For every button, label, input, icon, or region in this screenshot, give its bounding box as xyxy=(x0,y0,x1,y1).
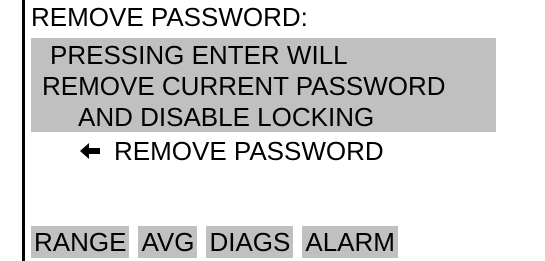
softkey-alarm[interactable]: ALARM xyxy=(302,226,398,258)
softkey-bar: RANGE AVG DIAGS ALARM xyxy=(31,226,398,258)
softkey-avg[interactable]: AVG xyxy=(138,226,198,258)
left-arrow-icon xyxy=(78,139,102,163)
softkey-range[interactable]: RANGE xyxy=(31,226,130,258)
message-line-3: AND DISABLE LOCKING xyxy=(78,102,375,132)
remove-password-option[interactable]: REMOVE PASSWORD xyxy=(78,136,384,166)
softkey-diags[interactable]: DIAGS xyxy=(206,226,294,258)
remove-password-label: REMOVE PASSWORD xyxy=(114,136,384,166)
message-line-2: REMOVE CURRENT PASSWORD xyxy=(42,71,446,101)
screen-title: REMOVE PASSWORD: xyxy=(31,2,308,32)
message-line-1: PRESSING ENTER WILL xyxy=(50,40,348,70)
screen-left-border xyxy=(22,0,25,261)
